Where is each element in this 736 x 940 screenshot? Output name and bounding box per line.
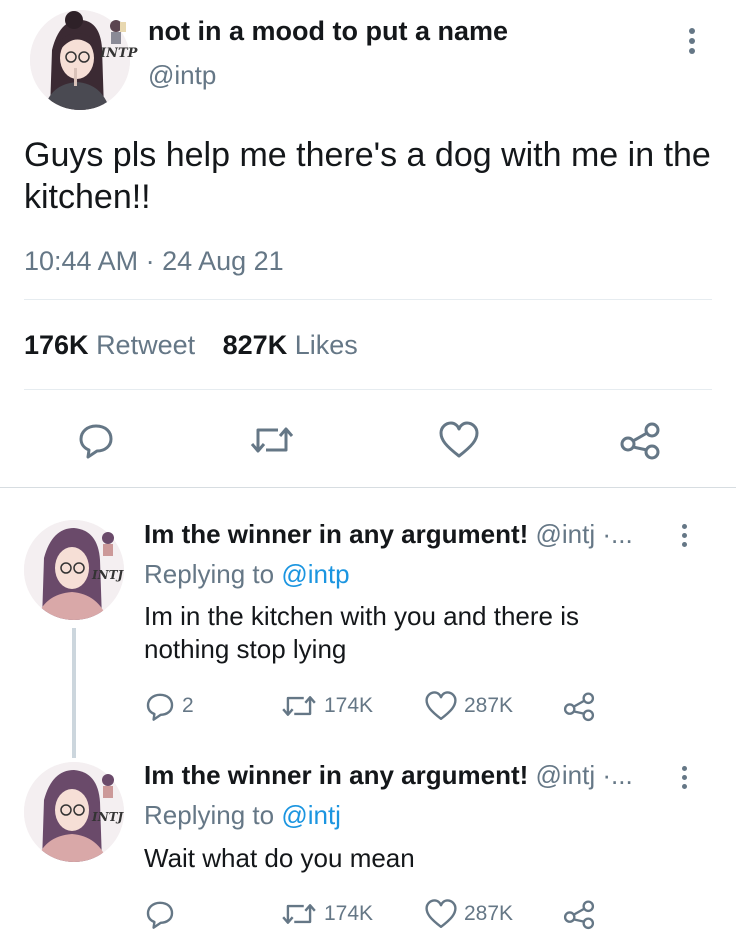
handle[interactable]: @intj ·... [536,519,633,549]
share-button[interactable] [618,420,662,460]
retweet-count: 176K [24,330,89,360]
tweet-text: Wait what do you mean [144,843,415,873]
share-button[interactable] [562,898,596,930]
retweet-stat[interactable]: 176K Retweet [24,330,203,360]
reply-button[interactable] [144,898,182,930]
like-label: Likes [294,330,358,360]
reply-button[interactable]: 2 [144,690,194,722]
timestamp[interactable]: 10:44 AM · 24 Aug 21 [24,246,284,277]
share-button[interactable] [562,690,596,722]
retweet-count: 174K [324,902,374,925]
heart-icon [425,691,457,720]
tweet-text: Im in the kitchen with you and there is … [144,601,580,664]
divider [24,299,712,300]
retweet-label: Retweet [96,330,196,360]
display-name[interactable]: not in a mood to put a name [148,16,508,47]
reply-header: Im the winner in any argument! @intj ·..… [144,760,674,791]
tweet-text: Guys pls help me there's a dog with me i… [24,136,711,216]
reply-icon [146,693,174,721]
more-vertical-icon[interactable] [687,28,697,58]
handle[interactable]: @intp [148,60,216,91]
retweet-button[interactable] [248,420,296,460]
replying-to-link[interactable]: @intp [281,559,349,589]
more-vertical-icon[interactable] [679,524,689,551]
like-button[interactable] [438,420,480,460]
retweet-icon [250,427,294,453]
section-divider [0,487,736,488]
retweet-icon [282,696,316,716]
avatar-tag: INTJ [92,810,124,824]
reply-icon [146,901,174,929]
display-name[interactable]: Im the winner in any argument! [144,760,528,790]
replying-to-label: Replying to [144,800,282,830]
like-stat[interactable]: 827K Likes [223,330,358,360]
replying-to-line: Replying to @intp [144,559,350,590]
heart-icon [439,421,479,458]
avatar-tag: INTP [100,46,138,61]
retweet-count: 174K [324,694,374,717]
retweet-button[interactable]: 174K [280,898,373,930]
like-button[interactable]: 287K [424,898,513,930]
divider [24,389,712,390]
reply-header: Im the winner in any argument! @intj ·..… [144,519,674,550]
like-count: 827K [222,330,288,360]
replying-to-line: Replying to @intj [144,800,341,831]
share-icon [563,900,595,930]
retweet-button[interactable]: 174K [280,690,373,722]
replying-to-label: Replying to [144,559,282,589]
engagement-stats: 176K Retweet 827K Likes [24,330,358,361]
heart-icon [425,899,457,928]
thread-line [72,628,76,758]
retweet-icon [282,904,316,924]
share-icon [620,422,660,460]
replying-to-link[interactable]: @intj [281,800,341,830]
reply-button[interactable] [76,420,116,460]
reply-icon [79,424,113,459]
like-count: 287K [464,694,514,717]
display-name[interactable]: Im the winner in any argument! [144,519,528,549]
reply-count: 2 [182,694,194,717]
more-vertical-icon[interactable] [679,766,689,793]
like-button[interactable]: 287K [424,690,513,722]
avatar-tag: INTJ [92,568,124,582]
handle[interactable]: @intj ·... [536,760,633,790]
share-icon [563,692,595,722]
like-count: 287K [464,902,514,925]
